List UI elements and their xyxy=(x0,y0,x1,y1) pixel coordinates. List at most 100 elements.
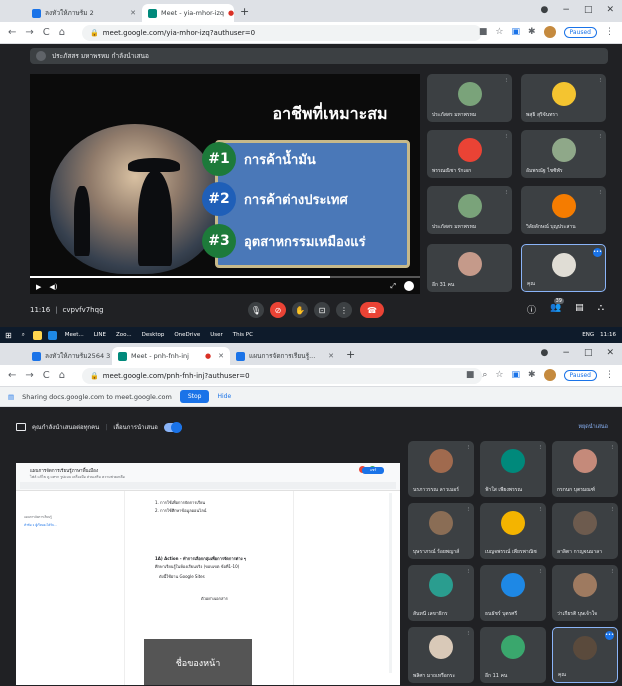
search-icon[interactable]: ⌕ xyxy=(17,332,30,339)
extension-icon[interactable]: ▣ xyxy=(511,27,520,37)
language-indicator[interactable]: ENG xyxy=(582,332,594,338)
star-icon[interactable]: ☆ xyxy=(495,370,503,380)
close-tab-icon[interactable]: ✕ xyxy=(328,352,334,360)
maximize-button[interactable]: □ xyxy=(584,5,593,15)
paused-chip[interactable]: Paused xyxy=(563,369,597,381)
new-tab-button[interactable]: + xyxy=(346,348,355,361)
fullscreen-icon[interactable]: ⤢ xyxy=(390,282,396,291)
shared-document[interactable]: แผนการจัดการเรียนรู้ภาษาพื้นเมือง ไฟล์ แ… xyxy=(16,463,400,685)
video-progress-bar[interactable] xyxy=(30,276,420,278)
pin-icon[interactable]: ⫶ xyxy=(599,189,601,197)
pin-icon[interactable]: ⫶ xyxy=(599,77,601,85)
forward-icon[interactable]: → xyxy=(25,27,33,38)
clock[interactable]: 11:16 xyxy=(600,332,616,338)
participant-tile[interactable]: ⫶ พสุธิ สุริจันทรา xyxy=(521,74,606,122)
pin-icon[interactable]: ⫶ xyxy=(539,506,541,514)
outline-item[interactable]: หัวข้อ 1 ผู้เรียนจะได้รับ... xyxy=(24,521,57,529)
doc-toolbar[interactable] xyxy=(20,482,396,489)
participant-tile-others[interactable]: อีก 11 คน xyxy=(480,627,546,683)
close-tab-icon[interactable]: ✕ xyxy=(130,9,136,17)
present-button[interactable]: ⊡ xyxy=(314,302,330,318)
pin-icon[interactable]: ⫶ xyxy=(467,444,469,452)
outline-item[interactable]: แผนการจัดการเรียนรู้ xyxy=(24,513,57,521)
taskbar-app[interactable]: OneDrive xyxy=(169,332,205,338)
play-icon[interactable]: ▶ xyxy=(36,283,41,291)
participant-tile[interactable]: ⫶ บุษราภรณ์ ร้อยพญาส์ xyxy=(408,503,474,559)
back-icon[interactable]: ← xyxy=(8,27,16,38)
participant-tile-self[interactable]: ••• คุณ xyxy=(521,244,606,292)
participant-tile[interactable]: ⫶ ประภัสสร มหาพรหม xyxy=(427,186,512,234)
browser-tab-active[interactable]: Meet - pnh-fnh-inj ● ✕ xyxy=(112,347,230,365)
close-window-button[interactable]: ✕ xyxy=(606,5,614,15)
participant-tile[interactable]: ⫶ ฟ้าใส เพียงพรรณ xyxy=(480,441,546,497)
puzzle-icon[interactable]: ✱ xyxy=(528,370,536,380)
pin-icon[interactable]: ⫶ xyxy=(539,444,541,452)
pin-icon[interactable]: ⫶ xyxy=(599,133,601,141)
start-icon[interactable]: ⊞ xyxy=(0,331,17,340)
browser-tab[interactable]: ลงทัวให้ภาษร้ม2564 3 ✕ xyxy=(26,347,112,365)
participant-tile[interactable]: ⫶ นรภาวรรณ ลาวเมอร์ xyxy=(408,441,474,497)
people-icon[interactable]: 👥 xyxy=(550,303,561,316)
pin-icon[interactable]: ⫶ xyxy=(505,77,507,85)
pin-icon[interactable]: ⫶ xyxy=(505,189,507,197)
participant-tile[interactable]: ⫶ วิลัยลักษณ์ บุญประสาน xyxy=(521,186,606,234)
pin-icon[interactable]: ⫶ xyxy=(467,630,469,638)
taskbar-app[interactable]: LINE xyxy=(89,332,111,338)
new-tab-button[interactable]: + xyxy=(240,5,249,18)
extension-icon[interactable]: ▣ xyxy=(511,370,520,380)
microphone-button[interactable]: 🎙 xyxy=(248,302,264,318)
participant-tile[interactable]: ⫶ ประภัสสร มหาพรหม xyxy=(427,74,512,122)
forward-icon[interactable]: → xyxy=(25,370,33,381)
profile-avatar[interactable] xyxy=(543,369,556,381)
more-icon[interactable] xyxy=(404,281,414,291)
doc-title[interactable]: แผนการจัดการเรียนรู้ภาษาพื้นเมือง xyxy=(30,467,98,474)
taskbar-app[interactable]: Zoo... xyxy=(111,332,137,338)
info-icon[interactable]: ⓘ xyxy=(527,303,536,316)
activities-icon[interactable]: ⛬ xyxy=(598,303,604,316)
participant-tile[interactable]: ⫶ กรกนก บุตรมณฑ์ xyxy=(552,441,618,497)
presentation-stage[interactable]: อาชีพที่เหมาะสม #1 การค้าน้ำมัน #2 การค้… xyxy=(30,74,420,294)
stop-presenting-link[interactable]: หยุดนำเสนอ xyxy=(578,423,608,431)
doc-menu[interactable]: ไฟล์ แก้ไข ดู แทรก รูปแบบ เครื่องมือ ส่ว… xyxy=(30,474,125,480)
participant-tile[interactable]: ⫶ สันทนี เลขาธิกร xyxy=(408,565,474,621)
minimize-button[interactable]: − xyxy=(562,348,570,358)
raise-hand-button[interactable]: ✋ xyxy=(292,302,308,318)
stop-sharing-button[interactable]: Stop xyxy=(179,390,210,403)
url-field[interactable]: 🔒 meet.google.com/pnh-fnh-inj?authuser=0 xyxy=(82,368,482,384)
pin-presentation-toggle[interactable] xyxy=(163,421,182,433)
url-field[interactable]: 🔒 meet.google.com/yia-mhor-izq?authuser=0 xyxy=(82,25,482,41)
participant-tile[interactable]: ⫶ ธนธัชร์ บุตรศรี xyxy=(480,565,546,621)
minimize-button[interactable]: − xyxy=(562,5,570,15)
more-options-icon[interactable]: ••• xyxy=(605,631,614,640)
pin-icon[interactable]: ⫶ xyxy=(611,568,613,576)
menu-icon[interactable]: ⋮ xyxy=(605,370,614,380)
browser-tab[interactable]: ลงทัวให้ภาษร้ม 2 ✕ xyxy=(26,4,142,22)
more-options-button[interactable]: ⋮ xyxy=(336,302,352,318)
participant-tile-self[interactable]: ••• คุณ xyxy=(552,627,618,683)
taskbar-app[interactable]: Desktop xyxy=(137,332,170,338)
volume-icon[interactable]: ◀) xyxy=(49,283,57,291)
pin-icon[interactable]: ⫶ xyxy=(611,506,613,514)
pin-icon[interactable]: ⫶ xyxy=(467,506,469,514)
profile-dot-icon[interactable]: ● xyxy=(541,348,549,358)
participant-tile[interactable]: ⫶ อัมพรณัฐ ไชซิพัร xyxy=(521,130,606,178)
profile-avatar[interactable] xyxy=(543,26,556,38)
puzzle-icon[interactable]: ✱ xyxy=(528,27,536,37)
camera-off-button[interactable]: ⊘ xyxy=(270,302,286,318)
hide-infobar-button[interactable]: Hide xyxy=(217,393,231,400)
profile-dot-icon[interactable]: ● xyxy=(541,5,549,15)
pin-icon[interactable]: ⫶ xyxy=(611,444,613,452)
pin-icon[interactable]: ⫶ xyxy=(539,568,541,576)
participant-tile[interactable]: ⫶ พรรณณิชา รักเอก xyxy=(427,130,512,178)
search-icon[interactable]: ⌕ xyxy=(482,370,487,380)
participant-tile[interactable]: ⫶ ลาลิตา กาญจนมาลา xyxy=(552,503,618,559)
browser-tab[interactable]: แผนการจัดการเรียนรู้... ✕ xyxy=(230,347,340,365)
participant-tile[interactable]: ⫶ พลิศา มาถเหรือกระ xyxy=(408,627,474,683)
maximize-button[interactable]: □ xyxy=(584,348,593,358)
browser-icon[interactable] xyxy=(47,330,57,340)
file-explorer-icon[interactable] xyxy=(32,330,42,340)
camera-icon[interactable]: ■ xyxy=(479,27,488,37)
taskbar-app[interactable]: User xyxy=(205,332,228,338)
taskbar-app[interactable]: Meet... xyxy=(60,332,89,338)
participant-tile-others[interactable]: อีก 31 คน xyxy=(427,244,512,292)
